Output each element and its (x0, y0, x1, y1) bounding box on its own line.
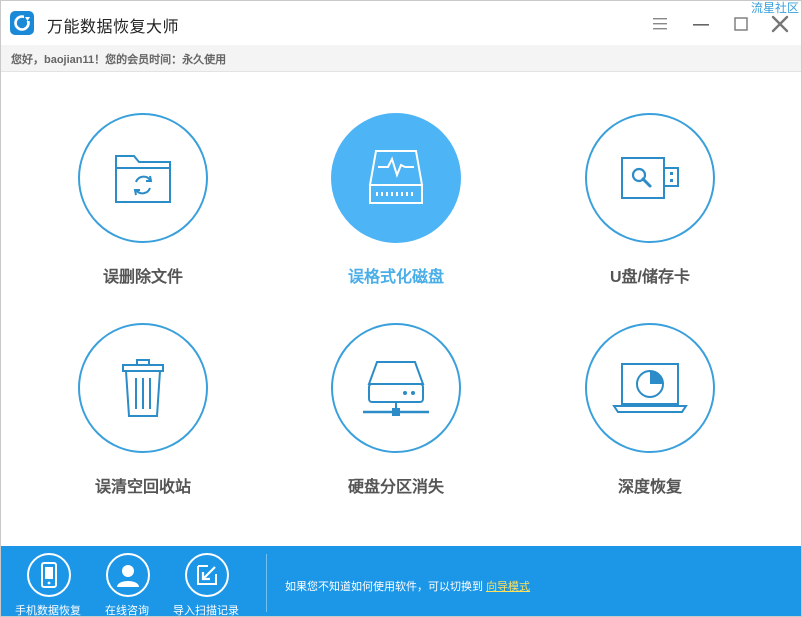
title-bar: 万能数据恢复大师 流星社区 (1, 1, 801, 45)
tile-label: 硬盘分区消失 (347, 479, 444, 496)
network-drive-icon (363, 361, 429, 416)
tile-circle (78, 113, 208, 243)
tile-circle (585, 323, 715, 453)
close-icon[interactable] (769, 13, 791, 35)
trash-bin-icon (122, 359, 164, 417)
laptop-scan-icon (612, 363, 688, 413)
user-avatar-icon (117, 565, 139, 587)
maximize-icon[interactable] (730, 13, 752, 35)
footer-bar: 手机数据恢复 在线咨询 导入扫描记录 如果您不知道如何使用软件，可以切换到 向导… (1, 546, 801, 616)
tile-label: 深度恢复 (617, 479, 682, 496)
app-title: 万能数据恢复大师 (47, 19, 180, 36)
tile-deep-recovery[interactable]: 深度恢复 (560, 323, 740, 523)
footer-circle (106, 553, 150, 597)
tile-circle (331, 323, 461, 453)
tile-formatted-disk[interactable]: 误格式化磁盘 (306, 113, 486, 313)
tile-circle (78, 323, 208, 453)
tile-label: 误删除文件 (102, 269, 183, 286)
online-consult-button[interactable]: 在线咨询 (87, 546, 167, 616)
member-greeting: 您好，baojian11！您的会员时间：永久使用 (11, 54, 227, 66)
footer-divider (266, 554, 267, 612)
app-window: 万能数据恢复大师 流星社区 您好，baojian11！您的会员时间：永久使用 误… (0, 0, 802, 617)
tile-lost-partition[interactable]: 硬盘分区消失 (306, 323, 486, 523)
guide-mode-link[interactable]: 向导模式 (486, 581, 530, 593)
tile-label: 误格式化磁盘 (347, 269, 444, 286)
tile-circle (585, 113, 715, 243)
import-scan-record-button[interactable]: 导入扫描记录 (166, 546, 246, 616)
footer-circle (27, 553, 71, 597)
tile-label: 误清空回收站 (94, 479, 191, 496)
footer-button-label: 导入扫描记录 (173, 605, 239, 617)
menu-icon[interactable] (649, 13, 671, 35)
import-icon (197, 565, 217, 585)
footer-circle (185, 553, 229, 597)
tile-label: U盘/储存卡 (609, 269, 690, 286)
app-logo-icon (10, 11, 34, 35)
phone-icon (41, 562, 57, 588)
tile-deleted-files[interactable]: 误删除文件 (53, 113, 233, 313)
minimize-icon[interactable] (690, 13, 712, 35)
disk-pulse-icon (368, 150, 424, 204)
tile-circle (331, 113, 461, 243)
member-info-bar: 您好，baojian11！您的会员时间：永久使用 (1, 45, 801, 72)
usb-drive-icon (621, 157, 679, 199)
guide-hint-text: 如果您不知道如何使用软件，可以切换到 (285, 581, 483, 593)
phone-recovery-button[interactable]: 手机数据恢复 (8, 546, 88, 616)
tile-usb-card[interactable]: U盘/储存卡 (560, 113, 740, 313)
folder-recycle-icon (115, 155, 171, 203)
guide-hint: 如果您不知道如何使用软件，可以切换到 向导模式 (285, 578, 530, 594)
tile-recycle-bin[interactable]: 误清空回收站 (53, 323, 233, 523)
